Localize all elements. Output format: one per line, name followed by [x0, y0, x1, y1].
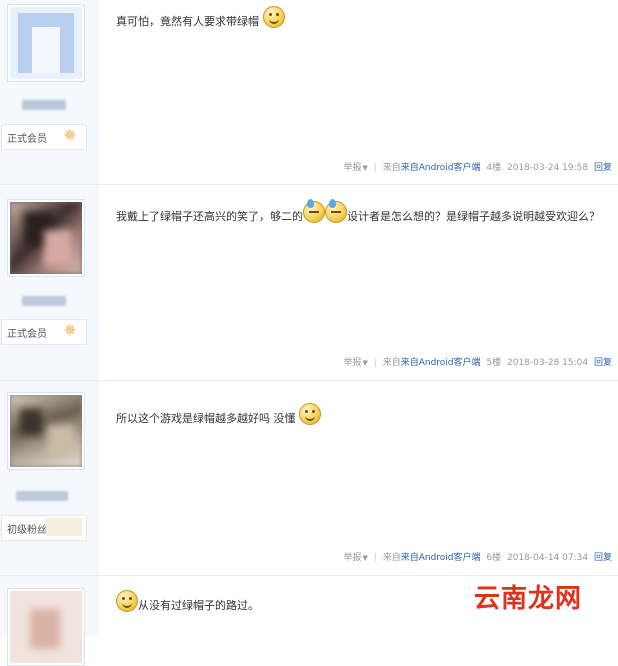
rank-label: 正式会员	[7, 329, 47, 340]
post-time: 2018-03-28 15:04	[507, 358, 589, 368]
post-floor-6: 初级粉丝 · 所以这个游戏是绿帽越多越好吗 没懂 举报▼ | 来自来自Andro…	[0, 381, 618, 576]
client-link[interactable]: 来自Android客户端	[401, 358, 481, 368]
author-column: 正式会员 ✸	[0, 0, 99, 184]
dropdown-caret-icon[interactable]: ▼	[363, 359, 368, 367]
source-prefix: 来自	[382, 553, 401, 563]
author-column	[0, 576, 99, 666]
report-link[interactable]: 举报	[344, 358, 362, 368]
post-text: 所以这个游戏是绿帽越多越好吗 没懂	[116, 412, 296, 425]
post-content: 我戴上了绿帽子还高兴的笑了，够二的 设计者是怎么想的？是绿帽子越多说明越受欢迎么？	[116, 199, 606, 226]
floor-number: 4楼	[486, 163, 502, 173]
smiley-emoji-icon	[299, 403, 321, 425]
rank-badge-icon: ✸	[62, 321, 78, 341]
reply-link[interactable]: 回复	[594, 553, 612, 563]
username[interactable]	[22, 296, 66, 306]
author-column: 初级粉丝 ·	[0, 381, 99, 575]
source-prefix: 来自	[382, 163, 401, 173]
username[interactable]	[16, 491, 68, 501]
post-meta: 举报▼ | 来自来自Android客户端 5楼 2018-03-28 15:04…	[341, 355, 613, 368]
avatar[interactable]	[7, 392, 85, 470]
floor-number: 6楼	[486, 553, 502, 563]
report-link[interactable]: 举报	[344, 163, 362, 173]
site-watermark: 云南龙网	[473, 584, 582, 614]
source-prefix: 来自	[382, 358, 401, 368]
username[interactable]	[22, 100, 66, 110]
rank-badge-icon: ✸	[62, 126, 78, 146]
smiley-emoji-icon	[262, 6, 285, 28]
post-text: 我戴上了绿帽子还高兴的笑了，够二的	[116, 210, 303, 223]
post-text: 从没有过绿帽子的路过。	[138, 599, 259, 612]
rank-label: 初级粉丝	[7, 525, 47, 536]
avatar[interactable]	[7, 199, 85, 277]
divider: |	[373, 163, 377, 173]
post-meta: 举报▼ | 来自来自Android客户端 6楼 2018-04-14 07:34…	[341, 550, 613, 563]
sweat-emoji-icon	[303, 199, 325, 223]
post-time: 2018-03-24 19:58	[507, 163, 589, 173]
client-link[interactable]: 来自Android客户端	[401, 553, 481, 563]
reply-link[interactable]: 回复	[594, 358, 612, 368]
divider: |	[373, 358, 377, 368]
post-time: 2018-04-14 07:34	[507, 553, 589, 563]
client-link[interactable]: 来自Android客户端	[401, 163, 481, 173]
divider: |	[373, 553, 377, 563]
rank-label: 正式会员	[7, 134, 47, 145]
author-column: 正式会员 ✸	[0, 185, 99, 380]
member-rank: 正式会员 ✸	[1, 124, 87, 150]
post-text-continued: 设计者是怎么想的？是绿帽子越多说明越受欢迎么？	[347, 210, 600, 223]
floor-number: 5楼	[486, 358, 502, 368]
sweat-emoji-icon	[325, 199, 347, 223]
member-rank: 正式会员 ✸	[1, 319, 87, 345]
member-rank: 初级粉丝 ·	[1, 515, 87, 541]
post-content: 所以这个游戏是绿帽越多越好吗 没懂	[116, 403, 606, 428]
rank-badge-icon: ·	[46, 518, 82, 536]
post-text: 真可怕，竟然有人要求带绿帽	[116, 15, 259, 28]
avatar[interactable]	[7, 588, 85, 666]
dropdown-caret-icon[interactable]: ▼	[363, 554, 368, 562]
report-link[interactable]: 举报	[344, 553, 362, 563]
post-meta: 举报▼ | 来自来自Android客户端 4楼 2018-03-24 19:58…	[341, 160, 613, 173]
avatar[interactable]	[7, 4, 85, 82]
smiley-emoji-icon	[116, 590, 138, 612]
post-floor-4: 正式会员 ✸ 真可怕，竟然有人要求带绿帽 举报▼ | 来自来自Android客户…	[0, 0, 618, 185]
post-floor-5: 正式会员 ✸ 我戴上了绿帽子还高兴的笑了，够二的 设计者是怎么想的？是绿帽子越多说…	[0, 185, 618, 381]
dropdown-caret-icon[interactable]: ▼	[363, 164, 368, 172]
reply-link[interactable]: 回复	[594, 163, 612, 173]
post-content: 真可怕，竟然有人要求带绿帽	[116, 6, 606, 31]
